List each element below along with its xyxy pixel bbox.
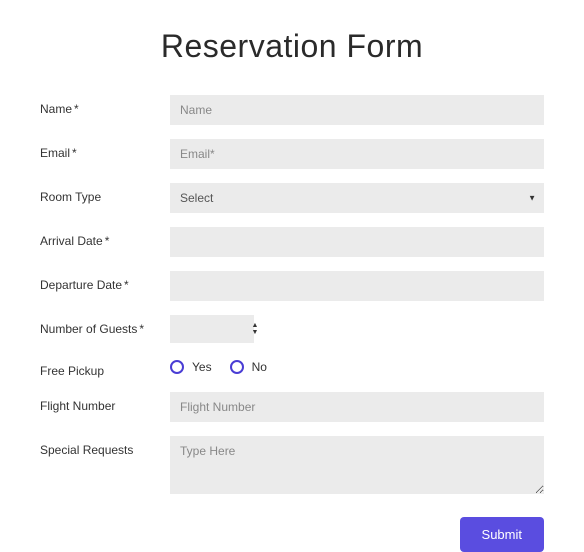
pickup-yes-radio[interactable]: Yes <box>170 360 212 374</box>
label-pickup: Free Pickup <box>40 357 170 378</box>
step-down-icon[interactable]: ▼ <box>250 329 260 336</box>
row-email: Email* <box>40 139 544 169</box>
label-special: Special Requests <box>40 436 170 457</box>
guests-stepper: ▲ ▼ <box>250 315 260 343</box>
guests-input[interactable] <box>170 315 254 343</box>
row-name: Name* <box>40 95 544 125</box>
label-name: Name* <box>40 95 170 116</box>
step-up-icon[interactable]: ▲ <box>250 322 260 329</box>
email-input[interactable] <box>170 139 544 169</box>
room-type-select[interactable]: Select <box>170 183 544 213</box>
label-arrival: Arrival Date* <box>40 227 170 248</box>
submit-button[interactable]: Submit <box>460 517 544 552</box>
special-requests-textarea[interactable] <box>170 436 544 494</box>
pickup-yes-label: Yes <box>192 360 212 374</box>
radio-icon <box>170 360 184 374</box>
label-departure: Departure Date* <box>40 271 170 292</box>
row-guests: Number of Guests* ▲ ▼ <box>40 315 544 343</box>
reservation-form: Name* Email* Room Type Select ▼ Arrival … <box>40 95 544 552</box>
name-input[interactable] <box>170 95 544 125</box>
label-email: Email* <box>40 139 170 160</box>
flight-number-input[interactable] <box>170 392 544 422</box>
label-room-type: Room Type <box>40 183 170 204</box>
arrival-date-input[interactable] <box>170 227 544 257</box>
row-special: Special Requests <box>40 436 544 499</box>
pickup-no-radio[interactable]: No <box>230 360 267 374</box>
row-arrival: Arrival Date* <box>40 227 544 257</box>
label-guests: Number of Guests* <box>40 315 170 336</box>
row-flight: Flight Number <box>40 392 544 422</box>
row-departure: Departure Date* <box>40 271 544 301</box>
label-flight: Flight Number <box>40 392 170 413</box>
row-pickup: Free Pickup Yes No <box>40 357 544 378</box>
row-room-type: Room Type Select ▼ <box>40 183 544 213</box>
page-title: Reservation Form <box>40 28 544 65</box>
radio-icon <box>230 360 244 374</box>
departure-date-input[interactable] <box>170 271 544 301</box>
submit-row: Submit <box>40 517 544 552</box>
pickup-no-label: No <box>252 360 267 374</box>
